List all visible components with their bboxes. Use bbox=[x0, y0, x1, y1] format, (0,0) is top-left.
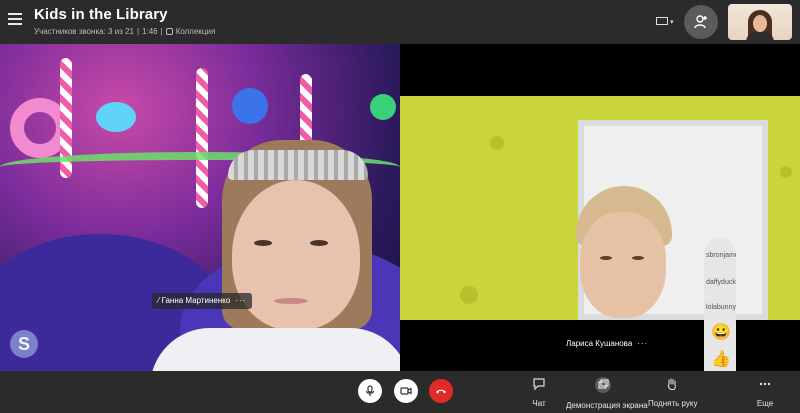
video-tile-left[interactable]: S bbox=[0, 44, 400, 371]
microphone-button[interactable] bbox=[358, 379, 382, 403]
participant-name: Ганна Мартиненко bbox=[161, 296, 231, 305]
participant-name-tag-right[interactable]: Лариса Кушанова ··· bbox=[566, 339, 648, 348]
more-button[interactable]: Еще bbox=[752, 377, 778, 411]
more-dots-icon bbox=[759, 382, 771, 386]
participant-name: Лариса Кушанова bbox=[566, 339, 633, 348]
reaction-user: daffyduck bbox=[706, 279, 736, 286]
chat-label: Чат bbox=[532, 399, 546, 408]
more-options-icon[interactable]: ··· bbox=[235, 296, 246, 305]
layout-switch-button[interactable]: ▾ bbox=[654, 12, 676, 30]
participant-name-tag-left[interactable]: ⁄ Ганна Мартиненко ··· bbox=[152, 293, 253, 309]
chevron-down-icon: ▾ bbox=[670, 19, 674, 26]
collection-link[interactable]: Коллекция bbox=[176, 27, 216, 36]
reaction-user: sbronjame bbox=[706, 252, 736, 259]
reaction-user: lolabunny bbox=[706, 304, 736, 311]
smile-emoji-icon[interactable]: 😀 bbox=[711, 323, 731, 342]
share-screen-icon bbox=[595, 377, 611, 393]
more-options-icon[interactable]: ··· bbox=[637, 339, 648, 348]
video-camera-icon bbox=[400, 387, 412, 395]
raise-hand-button[interactable]: Поднять руку bbox=[648, 377, 698, 411]
collection-icon bbox=[165, 28, 173, 35]
video-tile-right[interactable] bbox=[400, 96, 800, 320]
raise-hand-label: Поднять руку bbox=[648, 399, 698, 408]
add-participant-button[interactable] bbox=[684, 5, 718, 39]
share-screen-label: Демонстрация экрана bbox=[566, 401, 648, 410]
thumbs-up-emoji-icon[interactable]: 👍 bbox=[711, 350, 731, 369]
hamburger-menu-icon[interactable] bbox=[8, 13, 22, 25]
add-person-icon bbox=[694, 15, 707, 29]
grid-layout-icon bbox=[656, 17, 668, 25]
raise-hand-icon bbox=[667, 378, 676, 391]
self-preview-video[interactable] bbox=[728, 4, 792, 40]
call-title: Kids in the Library bbox=[34, 6, 168, 23]
letterbox-top bbox=[400, 44, 800, 96]
more-label: Еще bbox=[756, 399, 774, 408]
hang-up-icon bbox=[436, 389, 446, 394]
share-screen-button[interactable]: Демонстрация экрана bbox=[566, 377, 648, 413]
participants-count: Участников звонка: 3 из 21 bbox=[34, 27, 134, 36]
call-header: Kids in the Library Участников звонка: 3… bbox=[0, 0, 800, 44]
call-toolbar: Чат Демонстрация экрана Поднять руку Еще bbox=[0, 371, 800, 413]
skype-logo-icon: S bbox=[10, 330, 38, 358]
end-call-button[interactable] bbox=[429, 379, 453, 403]
microphone-icon bbox=[365, 385, 375, 396]
call-info: Участников звонка: 3 из 21 | 1:46 | Коллекци… bbox=[34, 27, 216, 36]
call-duration: 1:46 bbox=[142, 27, 158, 36]
chat-icon bbox=[533, 378, 545, 391]
camera-button[interactable] bbox=[394, 379, 418, 403]
chat-button[interactable]: Чат bbox=[528, 377, 550, 411]
